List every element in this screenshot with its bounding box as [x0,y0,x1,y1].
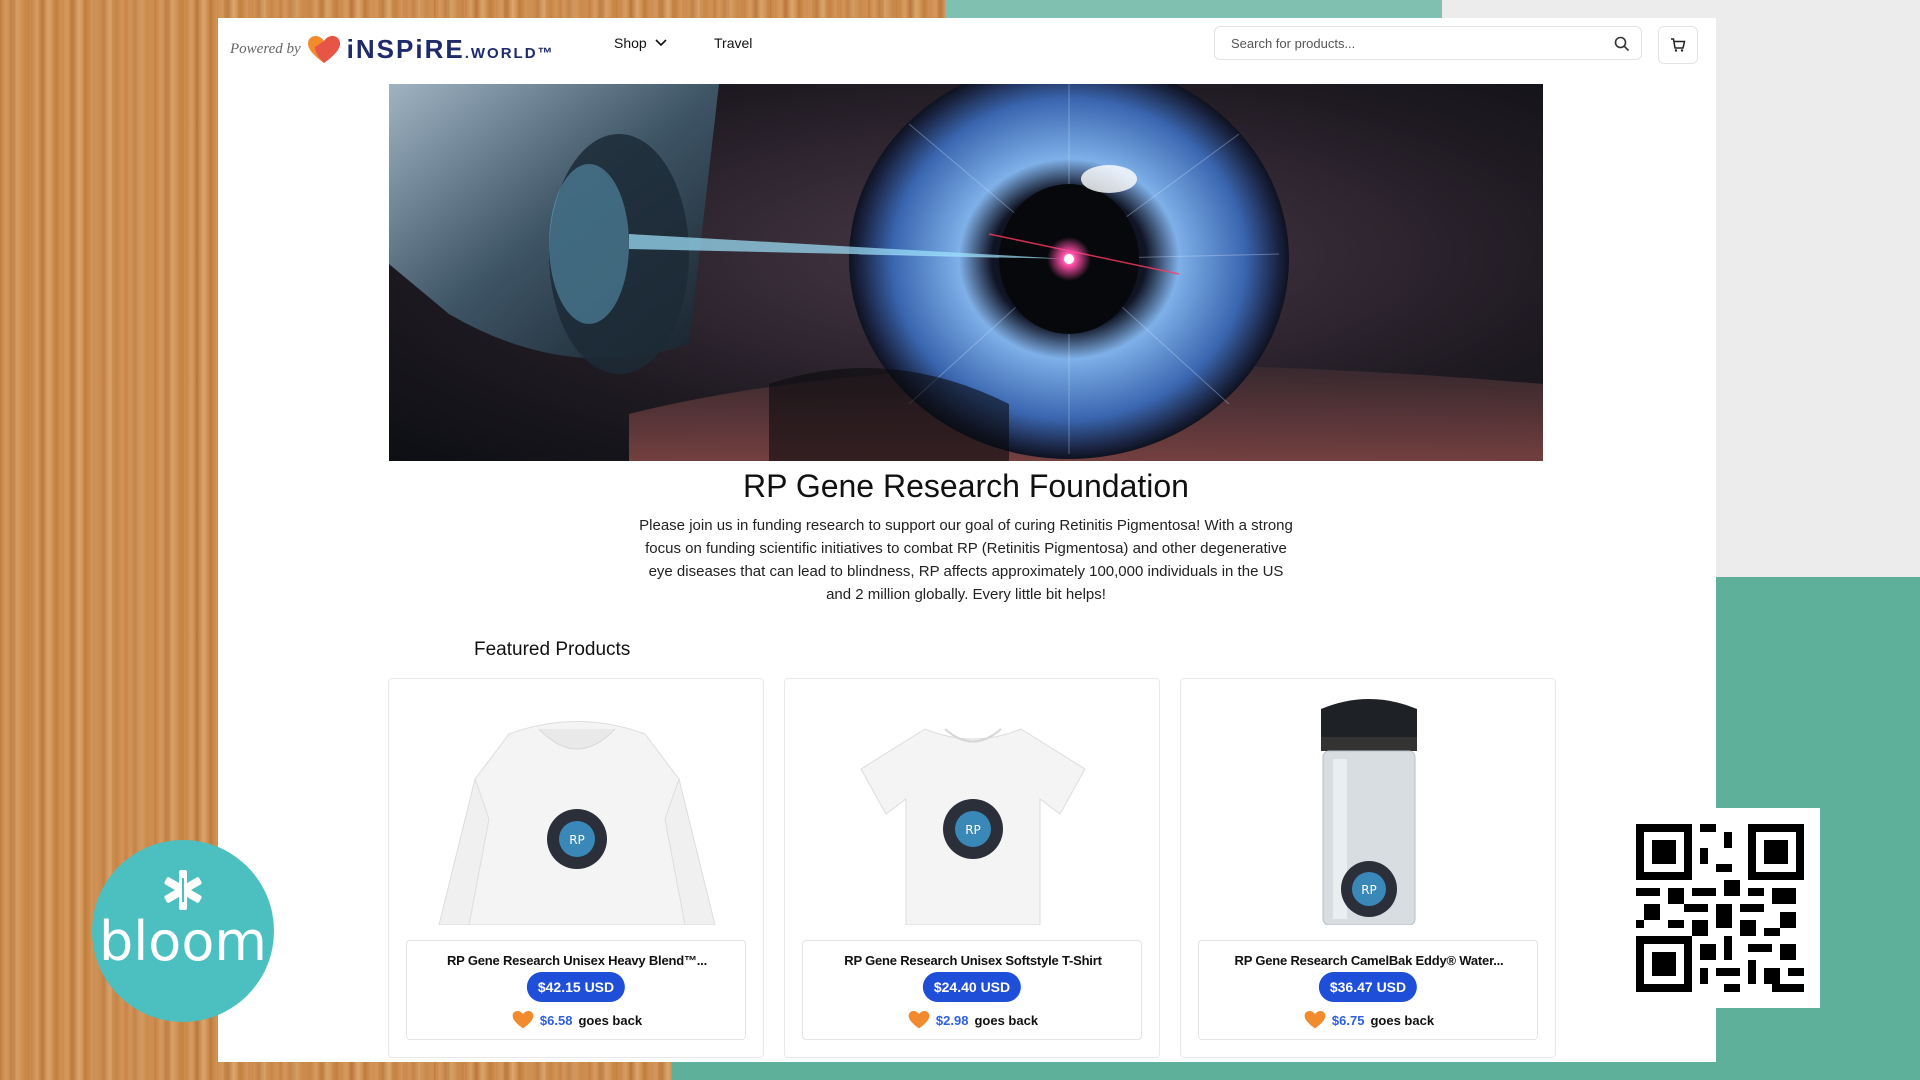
price-badge: $42.15 USD [526,972,626,1002]
goes-back-row: $2.98 goes back [803,1010,1143,1030]
brand-logo[interactable]: Powered by iNSPiRE.WORLD™ [230,34,555,65]
goes-back-amount: $6.58 [539,1012,573,1028]
cart-icon [1671,38,1686,52]
price-badge: $24.40 USD [922,972,1022,1002]
product-card[interactable]: RP RP Gene Research CamelBak Eddy® Water… [1180,678,1556,1058]
medical-star-icon [164,870,202,910]
svg-text:RP: RP [1361,883,1377,897]
search-icon[interactable] [1613,35,1631,53]
cart-button[interactable] [1658,26,1698,64]
heart-icon [908,1010,930,1029]
product-card[interactable]: RP RP Gene Research Unisex Heavy Blend™.… [388,678,764,1058]
product-info: RP Gene Research CamelBak Eddy® Water...… [1198,940,1538,1040]
featured-products-heading: Featured Products [474,639,631,660]
teal-top-strip [946,0,1442,18]
svg-text:RP: RP [569,833,585,847]
price-badge: $36.47 USD [1318,972,1418,1002]
goes-back-row: $6.75 goes back [1199,1010,1539,1030]
tshirt-image: RP [860,728,1086,925]
water-bottle-image: RP [1321,699,1417,925]
bloom-logo: bloom [92,840,274,1022]
product-info: RP Gene Research Unisex Heavy Blend™... … [406,940,746,1040]
powered-by-label: Powered by [230,41,301,57]
nav-shop-label: Shop [614,35,647,51]
svg-text:RP: RP [965,823,981,837]
goes-back-label: goes back [974,1012,1039,1028]
product-card[interactable]: RP RP Gene Research Unisex Softstyle T-S… [784,678,1160,1058]
qr-code [1620,808,1820,1008]
teal-bottom-strip [672,1062,1920,1080]
product-name: RP Gene Research Unisex Softstyle T-Shir… [844,953,1102,968]
site-header: Powered by iNSPiRE.WORLD™ Shop Travel [218,18,1716,78]
hoodie-image: RP [438,721,716,925]
heart-icon [1304,1010,1326,1029]
nav-shop[interactable]: Shop [614,35,667,51]
hero-image [389,84,1543,461]
bloom-wordmark: bloom [99,910,267,973]
nav-travel[interactable]: Travel [714,35,752,51]
web-page: Powered by iNSPiRE.WORLD™ Shop Travel Se… [218,18,1716,1062]
product-name: RP Gene Research CamelBak Eddy® Water... [1234,953,1504,968]
goes-back-amount: $6.75 [1331,1012,1365,1028]
goes-back-label: goes back [1370,1012,1435,1028]
goes-back-row: $6.58 goes back [407,1010,747,1030]
search-box [1214,26,1642,60]
chevron-down-icon [655,39,667,47]
heart-icon [512,1010,534,1029]
search-input[interactable] [1229,35,1593,52]
foundation-title: RP Gene Research Foundation [743,468,1189,504]
product-name: RP Gene Research Unisex Heavy Blend™... [446,953,708,968]
goes-back-amount: $2.98 [935,1012,969,1028]
product-info: RP Gene Research Unisex Softstyle T-Shir… [802,940,1142,1040]
foundation-description: Please join us in funding research to su… [639,517,1293,603]
brand-name: iNSPiRE.WORLD™ [346,34,555,64]
goes-back-label: goes back [578,1012,643,1028]
heart-icon [307,35,340,63]
